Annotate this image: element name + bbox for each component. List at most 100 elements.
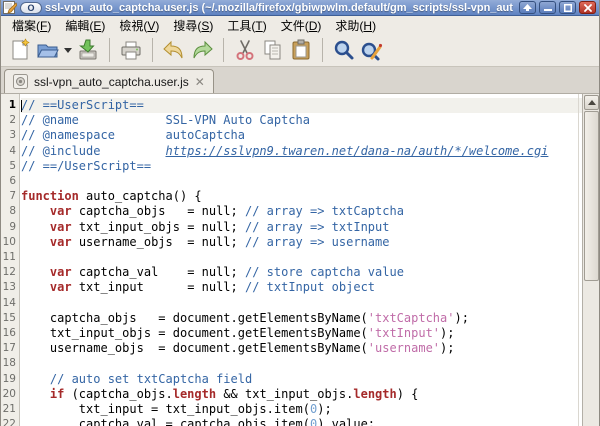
shade-button[interactable]	[519, 1, 536, 14]
editor-window: O ssl-vpn_auto_captcha.user.js (~/.mozil…	[0, 0, 600, 426]
scroll-up-button[interactable]	[584, 95, 599, 110]
right-margin-line	[578, 94, 579, 426]
find-replace-icon	[360, 38, 384, 62]
code-line-14[interactable]	[21, 296, 582, 311]
line-number: 3	[1, 128, 19, 143]
menu-item-file[interactable]: 檔案(F)	[5, 16, 58, 35]
line-number: 2	[1, 113, 19, 128]
document-icon	[13, 74, 28, 89]
code-line-6[interactable]	[21, 174, 582, 189]
print-icon	[119, 38, 143, 62]
line-number: 11	[1, 250, 19, 265]
new-document-icon	[8, 38, 32, 62]
line-number: 21	[1, 402, 19, 417]
code-line-22[interactable]: captcha_val = captcha_objs.item(0).value…	[21, 417, 582, 426]
line-number: 16	[1, 326, 19, 341]
tab-bar: ssl-vpn_auto_captcha.user.js ✕	[1, 67, 599, 94]
menu-item-search[interactable]: 搜尋(S)	[166, 16, 220, 35]
open-folder-icon	[36, 38, 60, 62]
paste-icon	[289, 38, 313, 62]
scrollbar-thumb[interactable]	[584, 111, 599, 281]
find-replace-button[interactable]	[358, 36, 386, 64]
find-icon	[332, 38, 356, 62]
code-line-15[interactable]: captcha_objs = document.getElementsByNam…	[21, 311, 582, 326]
line-number: 22	[1, 417, 19, 426]
code-line-16[interactable]: txt_input_objs = document.getElementsByN…	[21, 326, 582, 341]
cut-button[interactable]	[231, 36, 259, 64]
line-number: 6	[1, 174, 19, 189]
line-number: 17	[1, 341, 19, 356]
line-number: 9	[1, 220, 19, 235]
save-button[interactable]	[74, 36, 102, 64]
line-number: 12	[1, 265, 19, 280]
toolbar	[1, 34, 599, 67]
code-lines[interactable]: // ==UserScript==// @name SSL-VPN Auto C…	[21, 94, 582, 426]
open-button[interactable]	[34, 36, 74, 64]
undo-button[interactable]	[160, 36, 188, 64]
maximize-button[interactable]	[559, 1, 576, 14]
code-line-20[interactable]: if (captcha_objs.length && txt_input_obj…	[21, 387, 582, 402]
line-number: 19	[1, 372, 19, 387]
redo-icon	[190, 38, 214, 62]
menu-item-view[interactable]: 檢視(V)	[112, 16, 166, 35]
code-line-11[interactable]	[21, 250, 582, 265]
menu-item-tools[interactable]: 工具(T)	[220, 16, 273, 35]
tab-close-icon[interactable]: ✕	[195, 76, 205, 88]
paste-button[interactable]	[287, 36, 315, 64]
code-line-8[interactable]: var captcha_objs = null; // array => txt…	[21, 204, 582, 219]
menu-item-edit[interactable]: 編輯(E)	[58, 16, 112, 35]
open-dropdown-icon[interactable]	[64, 48, 72, 53]
copy-button[interactable]	[259, 36, 287, 64]
toolbar-separator	[223, 38, 224, 62]
tab-ssl-vpn-auto-captcha[interactable]: ssl-vpn_auto_captcha.user.js ✕	[4, 69, 214, 93]
code-line-5[interactable]: // ==/UserScript==	[21, 159, 582, 174]
maximize-icon	[564, 4, 572, 12]
minimize-button[interactable]	[539, 1, 556, 14]
save-icon	[76, 38, 100, 62]
find-button[interactable]	[330, 36, 358, 64]
line-number: 14	[1, 296, 19, 311]
scroll-up-icon	[588, 100, 596, 105]
toolbar-separator	[322, 38, 323, 62]
print-button[interactable]	[117, 36, 145, 64]
code-editor[interactable]: 12345678910111213141516171819202122 // =…	[1, 94, 599, 426]
code-line-12[interactable]: var captcha_val = null; // store captcha…	[21, 265, 582, 280]
code-line-13[interactable]: var txt_input = null; // txtInput object	[21, 280, 582, 295]
line-number: 7	[1, 189, 19, 204]
code-line-3[interactable]: // @namespace autoCaptcha	[21, 128, 582, 143]
redo-button[interactable]	[188, 36, 216, 64]
code-line-18[interactable]	[21, 356, 582, 371]
line-number: 13	[1, 280, 19, 295]
code-line-19[interactable]: // auto set txtCaptcha field	[21, 372, 582, 387]
code-line-4[interactable]: // @include https://sslvpn9.twaren.net/d…	[21, 144, 582, 159]
line-number: 18	[1, 356, 19, 371]
code-line-7[interactable]: function auto_captcha() {	[21, 189, 582, 204]
gedit-app-icon	[3, 1, 17, 14]
close-button[interactable]	[579, 1, 596, 14]
menu-item-help[interactable]: 求助(H)	[328, 16, 383, 35]
toolbar-separator	[109, 38, 110, 62]
window-menu-pill[interactable]: O	[20, 2, 42, 14]
code-line-10[interactable]: var username_objs = null; // array => us…	[21, 235, 582, 250]
line-number: 4	[1, 144, 19, 159]
title-bar[interactable]: O ssl-vpn_auto_captcha.user.js (~/.mozil…	[1, 0, 599, 16]
cut-icon	[233, 38, 257, 62]
code-line-17[interactable]: username_objs = document.getElementsByNa…	[21, 341, 582, 356]
shade-up-icon	[523, 4, 532, 11]
line-number-gutter: 12345678910111213141516171819202122	[1, 94, 20, 426]
menu-bar: 檔案(F)編輯(E)檢視(V)搜尋(S)工具(T)文件(D)求助(H)	[1, 17, 599, 34]
tab-filename: ssl-vpn_auto_captcha.user.js	[34, 75, 189, 89]
code-line-21[interactable]: txt_input = txt_input_objs.item(0);	[21, 402, 582, 417]
code-line-2[interactable]: // @name SSL-VPN Auto Captcha	[21, 113, 582, 128]
window-title: ssl-vpn_auto_captcha.user.js (~/.mozilla…	[45, 2, 516, 14]
menu-item-documents[interactable]: 文件(D)	[274, 16, 329, 35]
toolbar-separator	[152, 38, 153, 62]
code-line-9[interactable]: var txt_input_objs = null; // array => t…	[21, 220, 582, 235]
line-number: 8	[1, 204, 19, 219]
undo-icon	[162, 38, 186, 62]
close-icon	[584, 4, 592, 12]
code-line-1[interactable]: // ==UserScript==	[21, 98, 582, 113]
vertical-scrollbar[interactable]	[582, 94, 599, 426]
new-document-button[interactable]	[6, 36, 34, 64]
line-number: 20	[1, 387, 19, 402]
